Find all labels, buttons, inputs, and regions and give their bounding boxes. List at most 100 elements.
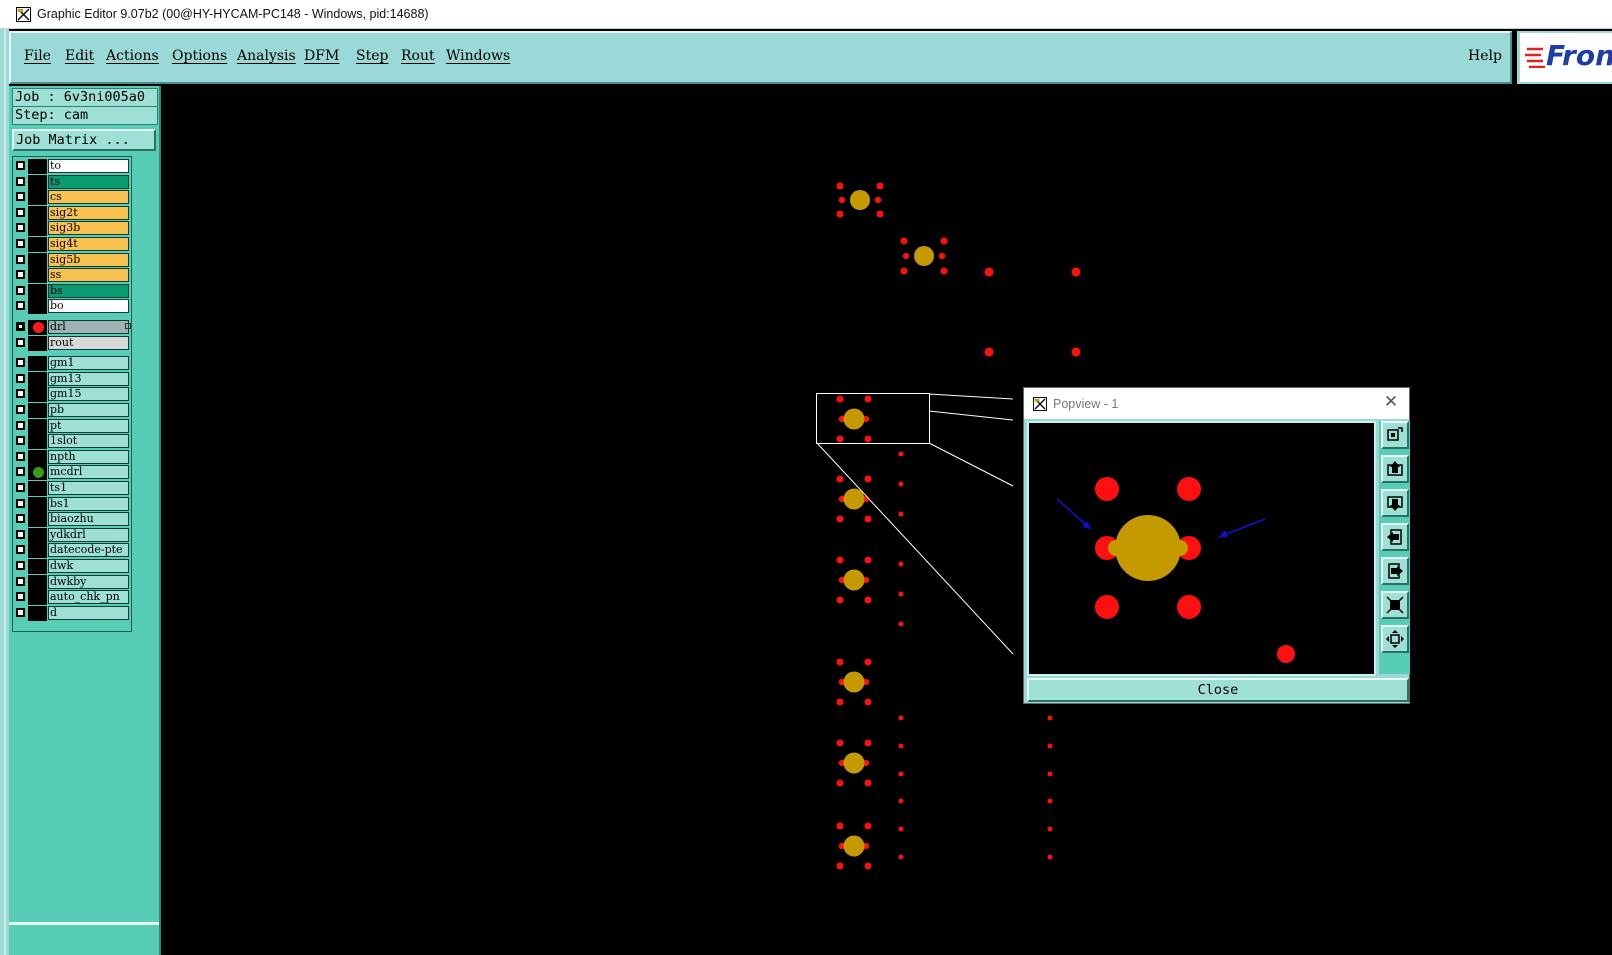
layer-row-npth[interactable]: npth <box>13 449 133 465</box>
menu-step[interactable]: Step <box>356 48 388 64</box>
layer-checkbox[interactable] <box>16 373 25 383</box>
layer-row-1slot[interactable]: 1slot <box>13 434 133 450</box>
layer-checkbox[interactable] <box>16 483 25 492</box>
layer-swatch[interactable] <box>28 335 47 351</box>
layer-name[interactable]: gm15 <box>48 387 129 402</box>
pan-right-button[interactable] <box>1381 557 1409 585</box>
layer-row-pt[interactable]: pt <box>13 418 133 434</box>
layer-row-rout[interactable]: rout <box>13 335 133 351</box>
layer-row-gm1[interactable]: gm1 <box>13 356 133 372</box>
layer-swatch[interactable] <box>28 512 47 528</box>
menu-actions[interactable]: Actions <box>106 48 159 64</box>
layer-checkbox[interactable] <box>16 254 25 264</box>
layer-row-sig2t[interactable]: sig2t <box>13 205 133 221</box>
layer-swatch[interactable] <box>28 590 47 606</box>
layer-checkbox[interactable] <box>16 405 25 414</box>
layer-name[interactable]: gm13 <box>48 371 129 386</box>
layer-swatch[interactable] <box>28 434 47 450</box>
layer-name[interactable]: sig5b <box>48 252 129 267</box>
layer-name[interactable]: drl <box>48 320 129 334</box>
layer-row-dwk[interactable]: dwk <box>13 559 133 574</box>
layer-name[interactable]: sig3b <box>48 221 129 236</box>
layer-checkbox[interactable] <box>16 436 25 446</box>
layer-swatch[interactable] <box>28 605 47 621</box>
layer-name[interactable]: pt <box>48 418 129 433</box>
layer-name[interactable]: rout <box>48 335 129 350</box>
layer-row-biaozhu[interactable]: biaozhu <box>13 512 133 528</box>
menu-edit[interactable]: Edit <box>65 48 94 64</box>
layer-swatch[interactable] <box>28 543 47 559</box>
layer-row-gm15[interactable]: gm15 <box>13 387 133 403</box>
layer-checkbox[interactable] <box>16 239 25 248</box>
menu-windows[interactable]: Windows <box>446 48 510 64</box>
layer-swatch[interactable] <box>28 174 47 190</box>
menu-dfm[interactable]: DFM <box>304 48 339 64</box>
layer-swatch[interactable] <box>28 159 47 174</box>
layer-name[interactable]: npth <box>48 449 129 464</box>
layer-checkbox[interactable] <box>16 561 25 570</box>
layer-checkbox[interactable] <box>16 207 25 217</box>
layer-checkbox[interactable] <box>16 498 25 508</box>
layer-checkbox[interactable] <box>16 576 25 586</box>
popview-close-icon[interactable]: ✕ <box>1382 393 1400 411</box>
layer-row-mcdrl[interactable]: mcdrl <box>13 465 133 481</box>
layer-swatch[interactable] <box>28 283 47 299</box>
layer-swatch[interactable] <box>28 221 47 237</box>
layer-row-ydkdrl[interactable]: ydkdrl <box>13 527 133 543</box>
layer-checkbox[interactable] <box>16 301 25 311</box>
layer-swatch[interactable] <box>28 190 47 206</box>
layer-checkbox[interactable] <box>16 337 25 347</box>
layer-row-ts[interactable]: ts <box>13 174 133 190</box>
layer-row-dwkby[interactable]: dwkby <box>13 574 133 590</box>
layer-row-ss[interactable]: ss <box>13 268 133 284</box>
layer-swatch[interactable] <box>28 496 47 512</box>
layer-swatch[interactable] <box>28 574 47 590</box>
layer-name[interactable]: ydkdrl <box>48 527 129 542</box>
layer-swatch[interactable] <box>28 205 47 221</box>
layer-name[interactable]: mcdrl <box>48 465 129 480</box>
layer-row-bs1[interactable]: bs1 <box>13 496 133 512</box>
layer-row-sig3b[interactable]: sig3b <box>13 221 133 237</box>
layer-checkbox[interactable] <box>16 467 25 477</box>
layer-name[interactable]: sig4t <box>48 237 129 251</box>
layer-name[interactable]: d <box>48 605 129 620</box>
layer-checkbox[interactable] <box>16 607 25 617</box>
layer-swatch[interactable] <box>28 403 47 418</box>
layer-row-to[interactable]: to <box>13 159 133 174</box>
menu-rout[interactable]: Rout <box>401 48 435 64</box>
layer-name[interactable]: ts <box>48 174 129 189</box>
layer-swatch[interactable] <box>28 527 47 543</box>
layer-row-drl[interactable]: drl <box>13 320 133 335</box>
layer-name[interactable]: bs1 <box>48 496 129 511</box>
zoom-home-button[interactable] <box>1381 421 1409 449</box>
pan-down-button[interactable] <box>1381 489 1409 517</box>
menu-help[interactable]: Help <box>1468 48 1502 64</box>
layer-checkbox[interactable] <box>16 592 25 602</box>
layer-swatch[interactable] <box>28 371 47 387</box>
layer-checkbox[interactable] <box>16 223 25 233</box>
layer-swatch[interactable] <box>28 559 47 574</box>
layer-swatch[interactable] <box>28 387 47 403</box>
layer-swatch[interactable] <box>28 418 47 434</box>
layer-checkbox[interactable] <box>16 420 25 430</box>
layer-row-d[interactable]: d <box>13 605 133 621</box>
layer-name[interactable]: bs <box>48 283 129 298</box>
pan-left-button[interactable] <box>1381 523 1409 551</box>
layer-swatch[interactable] <box>28 449 47 465</box>
layer-checkbox[interactable] <box>16 529 25 539</box>
zoom-out-button[interactable] <box>1381 625 1409 653</box>
popview-close-button[interactable]: Close <box>1027 678 1409 702</box>
layer-name[interactable]: gm1 <box>48 356 129 371</box>
layer-name[interactable]: sig2t <box>48 205 129 220</box>
layer-name[interactable]: cs <box>48 190 129 205</box>
layer-name[interactable]: ss <box>48 268 129 283</box>
layer-swatch[interactable] <box>28 252 47 268</box>
zoom-in-button[interactable] <box>1381 591 1409 619</box>
layer-swatch[interactable] <box>28 299 47 315</box>
layer-name[interactable]: to <box>48 159 129 173</box>
menu-options[interactable]: Options <box>172 48 227 64</box>
layer-checkbox[interactable] <box>16 322 25 331</box>
layer-row-gm13[interactable]: gm13 <box>13 371 133 387</box>
layer-checkbox[interactable] <box>16 270 25 280</box>
layer-row-bo[interactable]: bo <box>13 299 133 315</box>
